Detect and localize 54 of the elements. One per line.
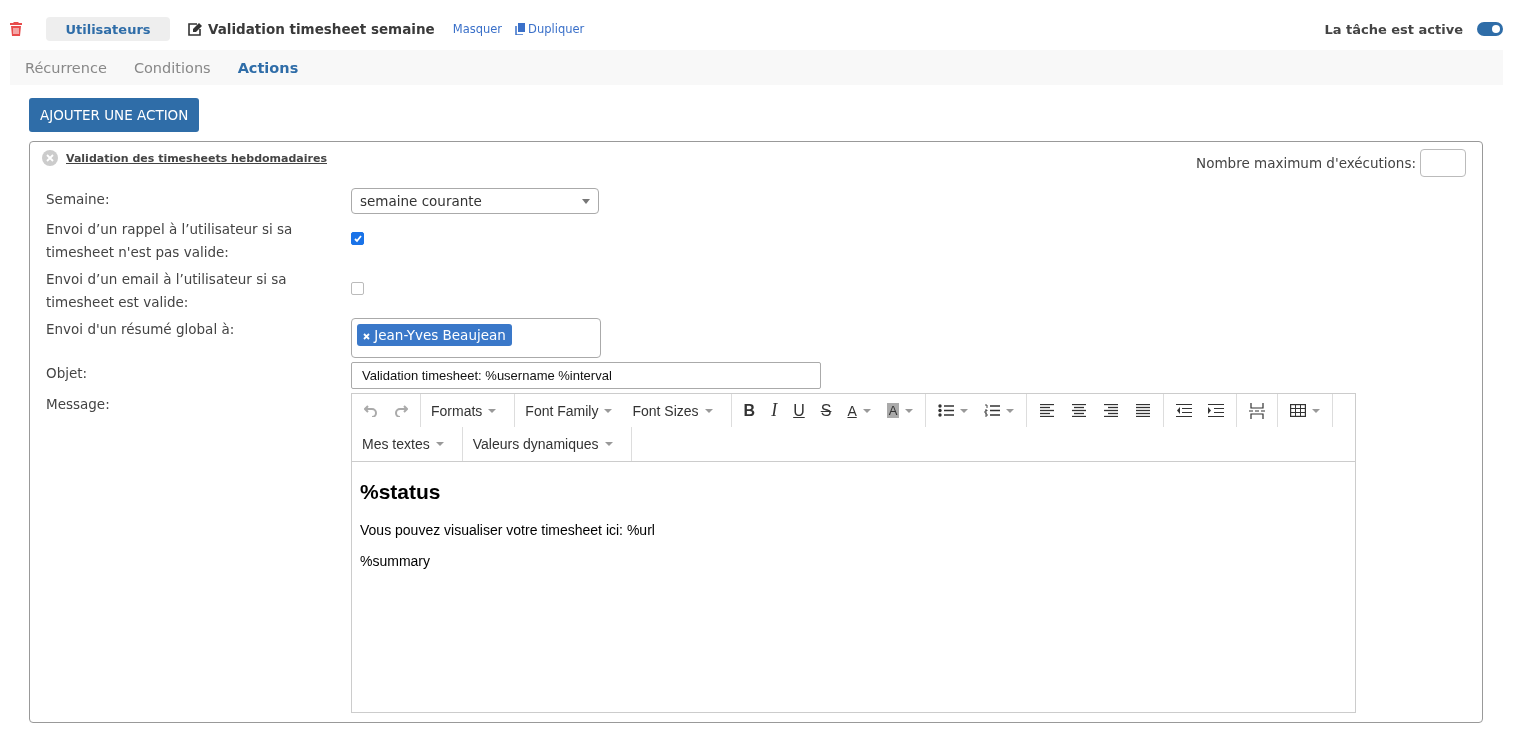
copy-icon	[515, 23, 526, 35]
align-icon	[1103, 404, 1120, 417]
week-select[interactable]: semaine courante	[351, 188, 599, 214]
header-link[interactable]: Masquer	[452, 22, 503, 36]
format-button[interactable]: A	[839, 402, 879, 419]
checkbox[interactable]	[351, 282, 364, 295]
format-button[interactable]: S	[812, 401, 840, 420]
field-label: Envoi d’un rappel à l’utilisateur si sa timesheet n'est pas valide:	[46, 220, 294, 262]
action-title[interactable]: Validation des timesheets hebdomadaires	[66, 151, 327, 165]
format-button[interactable]: U	[785, 401, 813, 420]
outdent-icon	[1176, 404, 1193, 417]
field-label: Envoi d'un résumé global à:	[46, 320, 236, 339]
subject-field[interactable]: Validation timesheet: %username %interval	[351, 362, 821, 389]
max-executions-field[interactable]	[1420, 149, 1466, 177]
toolbar-menu[interactable]: Font Sizes	[626, 402, 719, 419]
header-link[interactable]: Dupliquer	[515, 22, 585, 36]
field-label: Objet:	[46, 364, 89, 383]
tab[interactable]: Actions	[237, 59, 299, 76]
align-icon	[1135, 404, 1152, 417]
redo-icon	[394, 404, 408, 417]
edit-icon[interactable]	[188, 22, 203, 36]
undo-icon	[364, 404, 378, 417]
align-icon	[1071, 404, 1088, 417]
field-label: Message:	[46, 395, 111, 414]
field-label: Envoi d’un email à l’utilisateur si sa timesheet est valide:	[46, 270, 288, 312]
recipient-field[interactable]: Jean-Yves Beaujean	[351, 318, 601, 358]
remove-icon[interactable]	[363, 333, 370, 340]
field-label: Semaine:	[46, 190, 111, 209]
message-paragraph: %summary	[360, 553, 431, 569]
recipient-tag[interactable]: Jean-Yves Beaujean	[357, 324, 512, 346]
toolbar-menu[interactable]: Formats	[425, 402, 503, 419]
numbered-list-icon	[984, 404, 1001, 417]
max-executions-label: Nombre maximum d'exécutions:	[1196, 155, 1416, 171]
message-editor[interactable]: Formats Font Family Font Sizes B I U S A A Mes textes Valeurs dynamiques %status Vous pouvez visualiser votre timesheet ici: %url %summary	[351, 393, 1356, 713]
format-button[interactable]: I	[763, 400, 786, 421]
active-toggle[interactable]	[1477, 22, 1503, 36]
trash-icon[interactable]	[10, 22, 22, 36]
bullet-list-icon	[938, 404, 955, 417]
task-title: Validation timesheet semaine	[208, 21, 435, 37]
toolbar-menu[interactable]: Valeurs dynamiques	[466, 436, 619, 452]
add-action-button[interactable]: AJOUTER UNE ACTION	[29, 98, 200, 132]
table-icon	[1290, 404, 1307, 417]
toolbar-menu[interactable]: Font Family	[519, 402, 619, 419]
format-button[interactable]: A	[878, 403, 922, 418]
format-button[interactable]: B	[735, 401, 764, 420]
page-break-icon	[1249, 402, 1266, 419]
toolbar-menu[interactable]: Mes textes	[356, 436, 450, 452]
message-paragraph: Vous pouvez visualiser votre timesheet ici: %url	[360, 522, 656, 538]
message-heading: %status	[360, 480, 442, 504]
active-label: La tâche est active	[1324, 21, 1463, 37]
checkbox[interactable]	[351, 232, 364, 245]
indent-icon	[1208, 404, 1225, 417]
group-button[interactable]: Utilisateurs	[46, 17, 170, 41]
align-icon	[1039, 404, 1056, 417]
